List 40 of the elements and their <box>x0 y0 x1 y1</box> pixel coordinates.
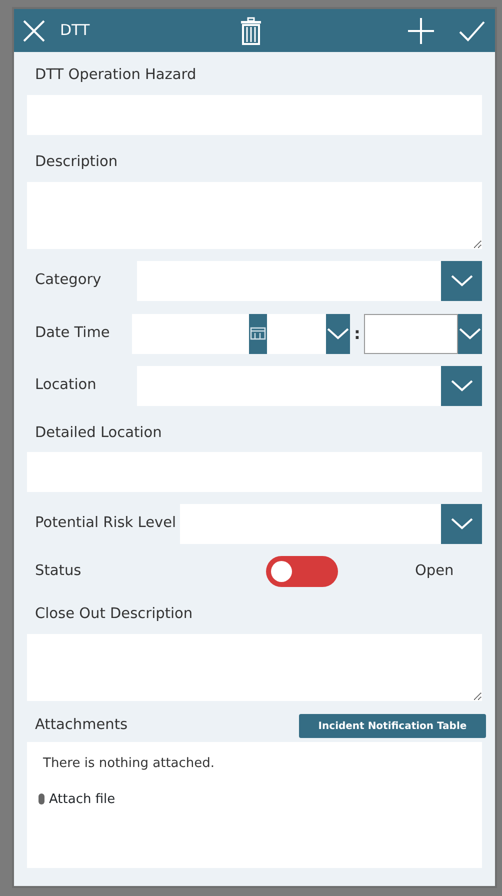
dropdown-field[interactable] <box>180 504 441 544</box>
add-icon[interactable] <box>407 16 435 44</box>
status-text: Open <box>415 562 454 581</box>
field-label: Category <box>34 270 102 290</box>
chevron-down-icon <box>450 517 474 532</box>
toggle-switch[interactable] <box>266 556 338 588</box>
field-label: Status <box>34 562 82 581</box>
trash-icon[interactable] <box>240 16 262 44</box>
attach-file-link[interactable]: Attach file <box>27 790 116 809</box>
paperclip-icon <box>38 793 45 806</box>
minute-field[interactable] <box>364 314 458 354</box>
calendar-icon <box>250 327 266 340</box>
time-separator: : <box>352 322 362 344</box>
dropdown-button[interactable] <box>458 314 482 354</box>
date-field[interactable] <box>132 314 249 354</box>
field-label: Description <box>34 152 119 172</box>
close-button[interactable] <box>22 18 46 42</box>
dropdown-button[interactable] <box>441 366 482 406</box>
dropdown-button[interactable] <box>441 504 482 544</box>
empty-message: There is nothing attached. <box>42 755 216 773</box>
dropdown-button[interactable] <box>326 314 350 354</box>
field-label: Detailed Location <box>34 424 163 442</box>
chevron-down-icon <box>450 378 474 392</box>
incident-notification-button[interactable]: Incident Notification Table <box>299 714 486 738</box>
dropdown-field[interactable] <box>137 366 441 406</box>
chevron-down-icon <box>326 326 350 340</box>
chevron-down-icon <box>450 274 474 288</box>
checkmark-icon[interactable] <box>459 20 485 42</box>
chevron-down-icon <box>458 326 482 340</box>
dropdown-field[interactable] <box>137 260 441 300</box>
calendar-button[interactable] <box>249 314 267 354</box>
field-label: Location <box>34 376 98 395</box>
section-label: Attachments <box>34 716 128 736</box>
field-label: DTT Operation Hazard <box>34 66 198 85</box>
field-label: Close Out Description <box>34 605 194 624</box>
hour-field[interactable] <box>266 314 326 354</box>
field-label: Date Time <box>34 324 111 343</box>
header-title: DTT <box>60 20 90 42</box>
dropdown-button[interactable] <box>441 260 482 300</box>
field-label: Potential Risk Level <box>34 514 178 534</box>
